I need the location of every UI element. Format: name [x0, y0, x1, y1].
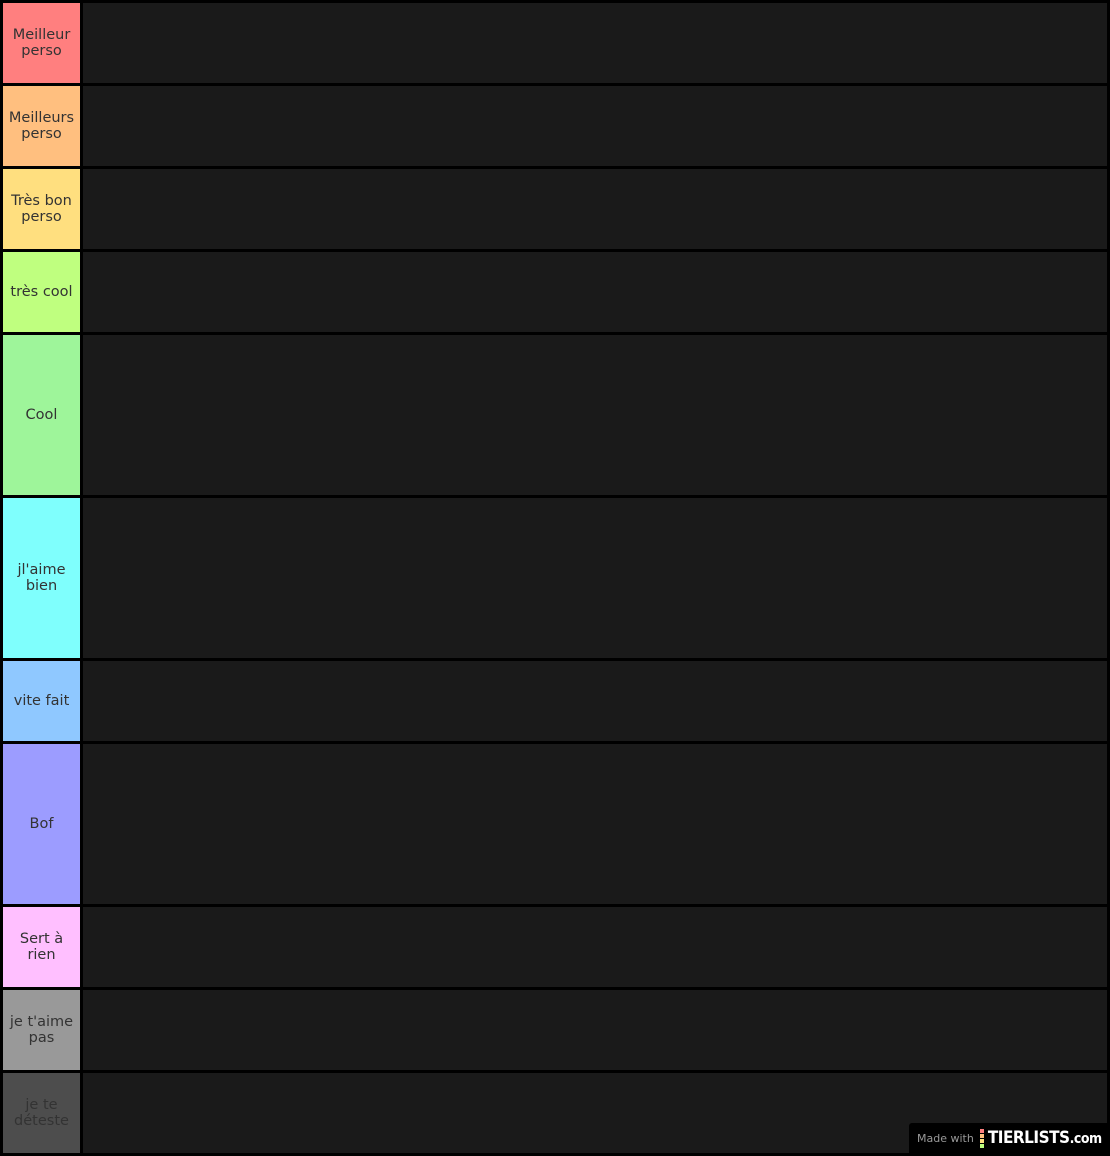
tier-row: très cool: [3, 252, 1107, 332]
tierlists-logo-icon: [979, 1128, 984, 1148]
tier-drop-zone[interactable]: [83, 252, 1107, 332]
tier-label[interactable]: Très bon perso: [3, 169, 80, 249]
tier-drop-zone[interactable]: [83, 907, 1107, 987]
tier-row: Sert à rien: [3, 907, 1107, 987]
tier-label[interactable]: très cool: [3, 252, 80, 332]
tier-label[interactable]: je te déteste: [3, 1073, 80, 1153]
tier-drop-zone[interactable]: [83, 744, 1107, 904]
brand-text: TIERLISTS: [987, 1128, 1070, 1148]
tier-row: je t'aime pas: [3, 990, 1107, 1070]
logo-bar: [979, 1133, 984, 1138]
tier-row: Très bon perso: [3, 169, 1107, 249]
tier-label[interactable]: Meilleur perso: [3, 3, 80, 83]
made-with-text: Made with: [917, 1131, 974, 1145]
tier-drop-zone[interactable]: [83, 990, 1107, 1070]
logo-bar: [979, 1143, 984, 1148]
tier-drop-zone[interactable]: [83, 335, 1107, 495]
tier-label[interactable]: Cool: [3, 335, 80, 495]
tier-label[interactable]: jl'aime bien: [3, 498, 80, 658]
logo-bar: [979, 1128, 984, 1133]
tier-drop-zone[interactable]: [83, 661, 1107, 741]
tierlists-watermark[interactable]: Made with TIERLISTS.com: [909, 1123, 1107, 1153]
tier-row: Cool: [3, 335, 1107, 495]
tier-row: Meilleurs perso: [3, 86, 1107, 166]
tier-label[interactable]: vite fait: [3, 661, 80, 741]
tier-drop-zone[interactable]: [83, 86, 1107, 166]
tier-row: Bof: [3, 744, 1107, 904]
logo-bar: [979, 1138, 984, 1143]
brand-suffix: .com: [1069, 1131, 1103, 1147]
tier-row: Meilleur perso: [3, 3, 1107, 83]
tier-row: jl'aime bien: [3, 498, 1107, 658]
tier-label[interactable]: Meilleurs perso: [3, 86, 80, 166]
tier-label[interactable]: je t'aime pas: [3, 990, 80, 1070]
tier-row: vite fait: [3, 661, 1107, 741]
tier-drop-zone[interactable]: [83, 3, 1107, 83]
brand-name: TIERLISTS.com: [988, 1128, 1102, 1148]
tier-drop-zone[interactable]: [83, 169, 1107, 249]
tier-drop-zone[interactable]: [83, 498, 1107, 658]
tier-label[interactable]: Sert à rien: [3, 907, 80, 987]
tier-board: Meilleur perso Meilleurs perso Très bon pe…: [3, 3, 1107, 1156]
tier-label[interactable]: Bof: [3, 744, 80, 904]
